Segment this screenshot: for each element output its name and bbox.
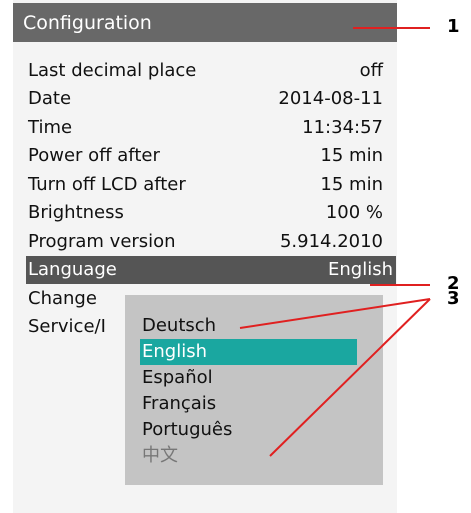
language-dropdown[interactable]: Deutsch English Español Français Portugu… — [125, 295, 383, 485]
setting-program-version[interactable]: Program version 5.914.2010 — [13, 227, 397, 256]
setting-date[interactable]: Date 2014-08-11 — [13, 85, 397, 114]
setting-value: 15 min — [320, 145, 383, 167]
callout-number-1: 1 — [447, 16, 460, 37]
setting-value: 2014-08-11 — [278, 88, 383, 110]
setting-brightness[interactable]: Brightness 100 % — [13, 199, 397, 228]
setting-label: Change — [28, 287, 97, 309]
language-option-english[interactable]: English — [140, 339, 357, 365]
window-title: Configuration — [23, 11, 152, 34]
dropdown-top-padding — [125, 295, 383, 313]
setting-last-decimal-place[interactable]: Last decimal place off — [13, 56, 397, 85]
language-option-deutsch[interactable]: Deutsch — [125, 313, 383, 339]
setting-value: English — [328, 259, 393, 281]
setting-value: 100 % — [325, 202, 383, 224]
setting-value: 11:34:57 — [302, 116, 383, 138]
setting-time[interactable]: Time 11:34:57 — [13, 113, 397, 142]
setting-label: Time — [28, 116, 73, 138]
setting-label: Last decimal place — [28, 59, 197, 81]
setting-label: Language — [28, 259, 117, 281]
setting-label: Brightness — [28, 202, 124, 224]
setting-value: 5.914.2010 — [279, 230, 383, 252]
setting-label: Program version — [28, 230, 176, 252]
setting-power-off-after[interactable]: Power off after 15 min — [13, 142, 397, 171]
language-option-portugues[interactable]: Português — [125, 417, 383, 443]
setting-value: 15 min — [320, 173, 383, 195]
setting-label: Date — [28, 88, 72, 110]
window-title-bar: Configuration — [13, 3, 397, 42]
language-option-chinese[interactable]: 中文 — [125, 443, 383, 469]
setting-language[interactable]: Language English — [26, 255, 396, 284]
setting-value: off — [359, 59, 383, 81]
setting-label: Service/I — [28, 316, 106, 338]
setting-label: Turn off LCD after — [28, 173, 186, 195]
language-option-espanol[interactable]: Español — [125, 365, 383, 391]
device-screen: Configuration Last decimal place off Dat… — [13, 0, 397, 513]
callout-number-3: 3 — [447, 288, 460, 309]
setting-label: Power off after — [28, 145, 160, 167]
setting-turn-off-lcd-after[interactable]: Turn off LCD after 15 min — [13, 170, 397, 199]
language-option-francais[interactable]: Français — [125, 391, 383, 417]
